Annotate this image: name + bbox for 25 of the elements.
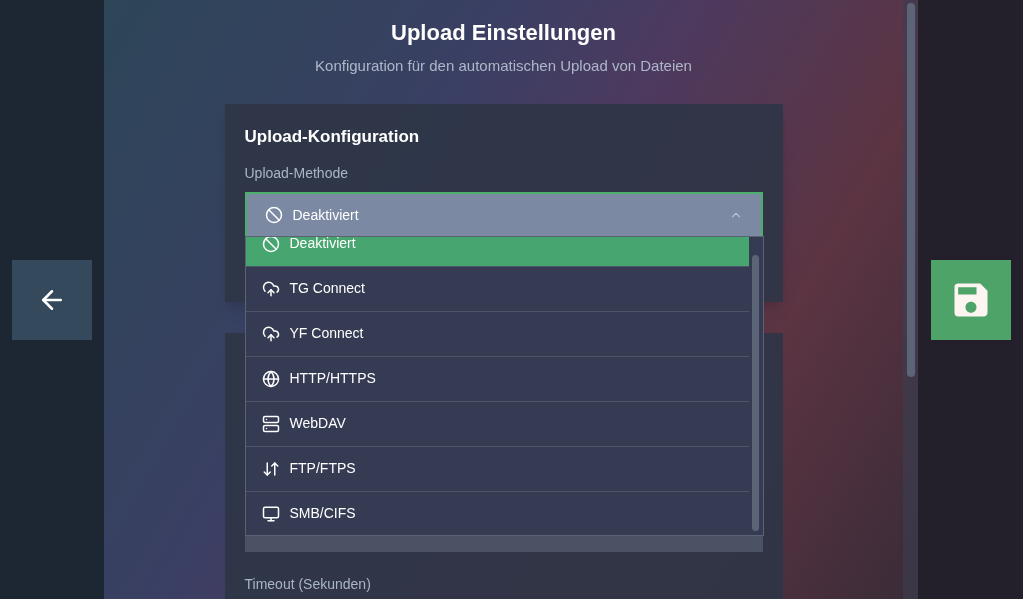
prohibited-icon [261,236,280,253]
dropdown-option[interactable]: SMB/CIFS [245,491,749,535]
scrollbar-thumb[interactable] [906,3,915,377]
monitor-icon [261,504,280,523]
page-subtitle: Konfiguration für den automatischen Upload von Dateien [315,56,692,76]
cloud-upload-icon [261,279,280,298]
dropdown-option[interactable]: YF Connect [245,311,749,357]
dropdown-option[interactable]: TG Connect [245,266,749,312]
page-title: Upload Einstellungen [391,19,616,47]
scrollbar-thumb[interactable] [752,254,759,531]
cloud-upload-icon [261,324,280,343]
globe-icon [261,369,280,388]
dropdown-option[interactable]: WebDAV [245,401,749,447]
server-icon [261,414,280,433]
upload-method-select[interactable]: Deaktiviert [244,192,763,238]
up-down-arrows-icon [261,459,280,478]
dropdown-option[interactable]: HTTP/HTTPS [245,356,749,402]
dropdown-option[interactable]: FTP/FTPS [245,446,749,492]
field-label: Upload-Methode [244,164,349,183]
card-heading: Upload-Konfiguration [244,125,421,148]
select-value: Deaktiviert [292,205,360,225]
field-label: Timeout (Sekunden) [244,574,372,594]
save-button[interactable] [930,259,1011,340]
back-button[interactable] [12,259,92,340]
prohibited-icon [264,206,283,224]
